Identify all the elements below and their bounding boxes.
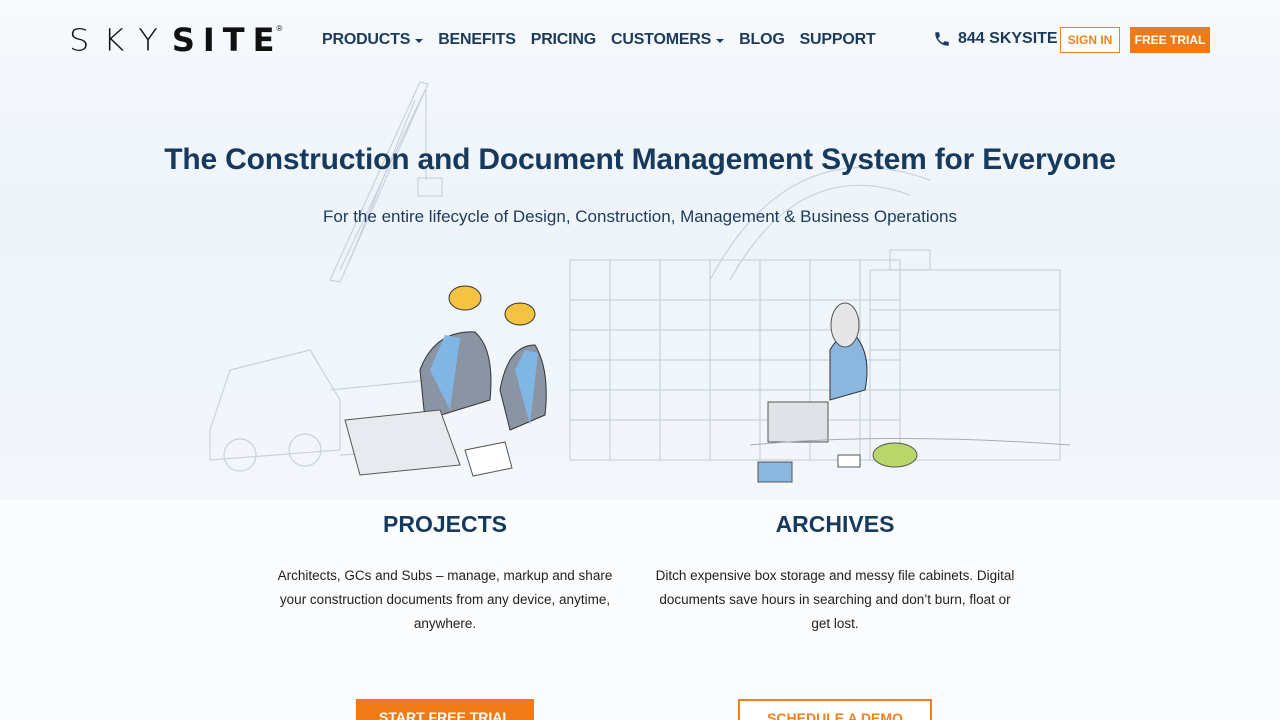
logo-text-bold: SITE: [171, 21, 283, 59]
hero-subtitle: For the entire lifecycle of Design, Cons…: [322, 207, 958, 226]
features-background: [0, 500, 1280, 720]
nav-item-products[interactable]: PRODUCTS: [322, 30, 424, 50]
nav-item-label: BENEFITS: [438, 31, 516, 48]
skysite-logo[interactable]: SKY SITE ®: [69, 21, 288, 59]
construction-illustration: [209, 81, 1071, 483]
sign-in-button[interactable]: SIGN IN: [1060, 27, 1120, 53]
archives-description: Ditch expensive box storage and messy fi…: [655, 568, 1015, 631]
projects-title: PROJECTS: [383, 511, 507, 537]
phone-icon: [935, 32, 949, 46]
nav-item-label: PRICING: [530, 31, 596, 48]
schedule-demo-button[interactable]: SCHEDULE A DEMO: [738, 699, 932, 720]
hero-title: The Construction and Document Management…: [164, 143, 1116, 176]
free-trial-button[interactable]: FREE TRIAL: [1130, 27, 1210, 53]
nav-item-label: SUPPORT: [799, 31, 876, 48]
nav-item-label: CUSTOMERS: [611, 31, 712, 48]
nav-item-label: PRODUCTS: [322, 31, 411, 48]
phone-number: 844 SKYSITE: [958, 30, 1058, 47]
nav-item-customers[interactable]: CUSTOMERS: [611, 30, 725, 50]
start-free-trial-button[interactable]: START FREE TRIAL: [356, 699, 534, 720]
archives-title: ARCHIVES: [775, 511, 895, 537]
nav-item-benefits[interactable]: BENEFITS: [438, 30, 516, 50]
caret-down-icon: [716, 39, 725, 43]
nav-item-support[interactable]: SUPPORT: [800, 30, 876, 50]
phone-link[interactable]: 844 SKYSITE: [933, 30, 1058, 48]
registered-mark: ®: [276, 23, 283, 33]
site-header: SKY SITE ® PRODUCTS BENEFITS PRICING CUS…: [0, 0, 1280, 80]
nav-item-label: BLOG: [739, 31, 785, 48]
logo-text-light: SKY: [69, 21, 172, 59]
main-nav: PRODUCTS BENEFITS PRICING CUSTOMERS BLOG…: [322, 30, 891, 50]
nav-item-blog[interactable]: BLOG: [739, 30, 785, 50]
nav-item-pricing[interactable]: PRICING: [531, 30, 596, 50]
caret-down-icon: [415, 39, 424, 43]
projects-description: Architects, GCs and Subs – manage, marku…: [277, 568, 613, 631]
